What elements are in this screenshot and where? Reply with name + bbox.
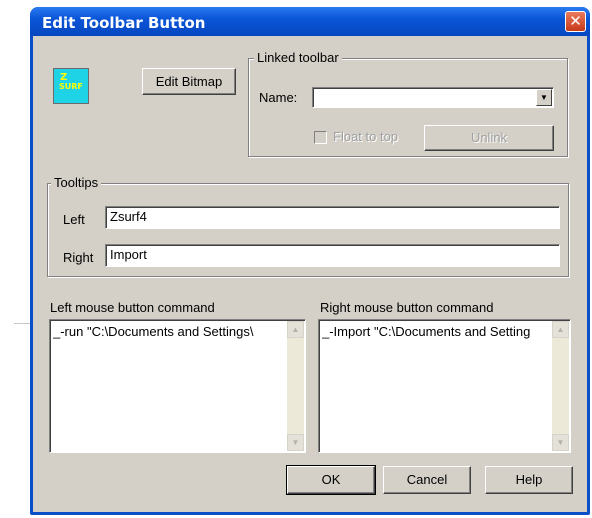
cancel-button[interactable]: Cancel bbox=[383, 466, 471, 494]
left-command-textarea[interactable]: _-run "C:\Documents and Settings\ ▲ ▼ bbox=[49, 319, 306, 453]
tooltip-right-label: Right bbox=[63, 250, 94, 265]
left-command-text: _-run "C:\Documents and Settings\ bbox=[53, 324, 254, 339]
right-command-text: _-Import "C:\Documents and Setting bbox=[322, 324, 531, 339]
background-strip bbox=[0, 0, 30, 518]
background-divider bbox=[14, 323, 30, 324]
ok-button[interactable]: OK bbox=[286, 465, 376, 495]
scroll-down-icon[interactable]: ▼ bbox=[287, 434, 304, 451]
linked-toolbar-group-label: Linked toolbar bbox=[254, 50, 342, 65]
scroll-up-icon[interactable]: ▲ bbox=[287, 321, 304, 338]
right-command-label: Right mouse button command bbox=[320, 300, 494, 315]
name-label: Name: bbox=[259, 90, 298, 105]
tooltip-left-input[interactable]: Zsurf4 bbox=[105, 206, 560, 229]
close-icon: ✕ bbox=[569, 12, 582, 30]
tooltip-right-input[interactable]: Import bbox=[105, 244, 560, 267]
chevron-down-icon[interactable]: ▼ bbox=[536, 89, 552, 106]
right-command-scrollbar[interactable]: ▲ ▼ bbox=[552, 321, 569, 451]
dialog-body: Z SURF Edit Bitmap Linked toolbar Name: … bbox=[33, 36, 587, 512]
title-bar[interactable]: Edit Toolbar Button ✕ bbox=[30, 7, 590, 36]
close-button[interactable]: ✕ bbox=[565, 11, 586, 32]
unlink-button[interactable]: Unlink bbox=[424, 125, 554, 151]
tooltip-left-label: Left bbox=[63, 212, 85, 227]
scroll-down-icon[interactable]: ▼ bbox=[552, 434, 569, 451]
edit-bitmap-button[interactable]: Edit Bitmap bbox=[142, 68, 236, 95]
right-command-textarea[interactable]: _-Import "C:\Documents and Setting ▲ ▼ bbox=[318, 319, 571, 453]
left-command-scrollbar[interactable]: ▲ ▼ bbox=[287, 321, 304, 451]
float-to-top-label: Float to top bbox=[333, 129, 399, 144]
float-to-top-checkbox[interactable] bbox=[314, 131, 327, 144]
icon-text-surf: SURF bbox=[59, 82, 83, 91]
left-command-label: Left mouse button command bbox=[50, 300, 215, 315]
zsurf-bitmap-icon: Z SURF bbox=[53, 68, 89, 104]
name-dropdown[interactable]: ▼ bbox=[312, 87, 554, 108]
dialog-title: Edit Toolbar Button bbox=[42, 14, 206, 32]
tooltips-group-label: Tooltips bbox=[51, 175, 102, 190]
help-button[interactable]: Help bbox=[485, 466, 573, 494]
edit-toolbar-button-dialog: Edit Toolbar Button ✕ Z SURF Edit Bitmap… bbox=[30, 7, 590, 515]
scroll-up-icon[interactable]: ▲ bbox=[552, 321, 569, 338]
